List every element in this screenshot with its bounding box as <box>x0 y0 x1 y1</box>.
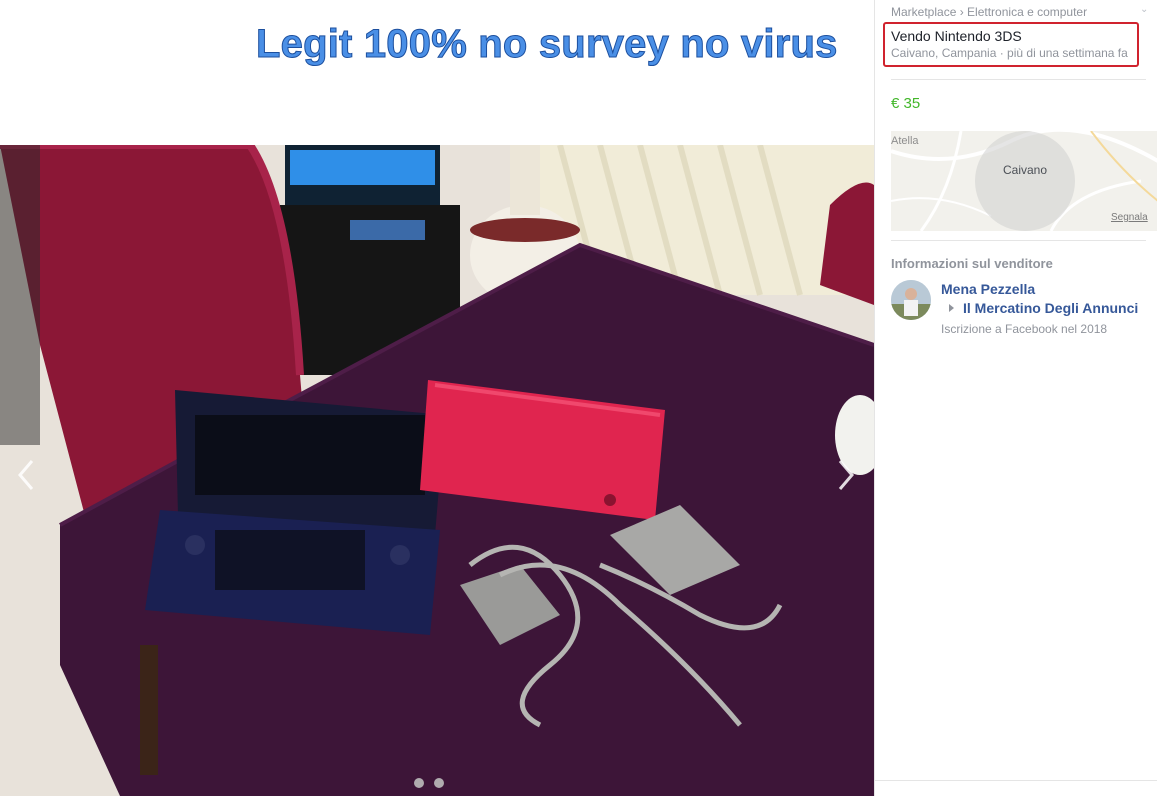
carousel-dot[interactable] <box>414 778 424 788</box>
seller-name-link[interactable]: Mena Pezzella <box>941 281 1035 297</box>
photo-header-area: Legit 100% no survey no virus <box>0 0 874 145</box>
breadcrumb-separator: › <box>956 5 968 19</box>
carousel-dot[interactable] <box>434 778 444 788</box>
divider <box>891 79 1146 80</box>
product-photo-image <box>0 145 874 796</box>
map-report-link[interactable]: Segnala <box>1111 212 1148 223</box>
seller-section-title: Informazioni sul venditore <box>891 256 1053 271</box>
location-map[interactable]: Atella Caivano Segnala <box>891 131 1157 231</box>
listing-title: Vendo Nintendo 3DS <box>891 28 1022 44</box>
breadcrumb-category[interactable]: Elettronica e computer <box>967 5 1087 19</box>
map-place-label: Caivano <box>1003 163 1048 177</box>
carousel-dots <box>414 778 444 788</box>
previous-photo-button[interactable] <box>12 455 42 495</box>
listing-info-panel: Marketplace › Elettronica e computer ⌄ V… <box>874 0 1157 796</box>
breadcrumb: Marketplace › Elettronica e computer <box>891 5 1087 19</box>
listing-price: € 35 <box>891 95 921 112</box>
divider <box>891 240 1146 241</box>
caret-right-icon <box>949 304 954 312</box>
listing-location-time: Caivano, Campania · più di una settimana… <box>891 46 1128 60</box>
seller-joined: Iscrizione a Facebook nel 2018 <box>941 322 1108 336</box>
next-photo-button[interactable] <box>830 455 860 495</box>
avatar-image <box>891 280 931 320</box>
breadcrumb-marketplace[interactable]: Marketplace <box>891 5 956 19</box>
chevron-right-icon <box>838 460 854 490</box>
avatar[interactable] <box>891 280 931 320</box>
chevron-left-icon <box>18 460 34 490</box>
chevron-down-icon[interactable]: ⌄ <box>1140 4 1148 15</box>
seller-group-link[interactable]: Il Mercatino Degli Annunci <box>963 300 1138 316</box>
product-photo[interactable] <box>0 145 874 796</box>
map-nearby-label: Atella <box>891 135 919 147</box>
divider <box>875 780 1157 781</box>
overlay-caption: Legit 100% no survey no virus <box>256 22 838 67</box>
